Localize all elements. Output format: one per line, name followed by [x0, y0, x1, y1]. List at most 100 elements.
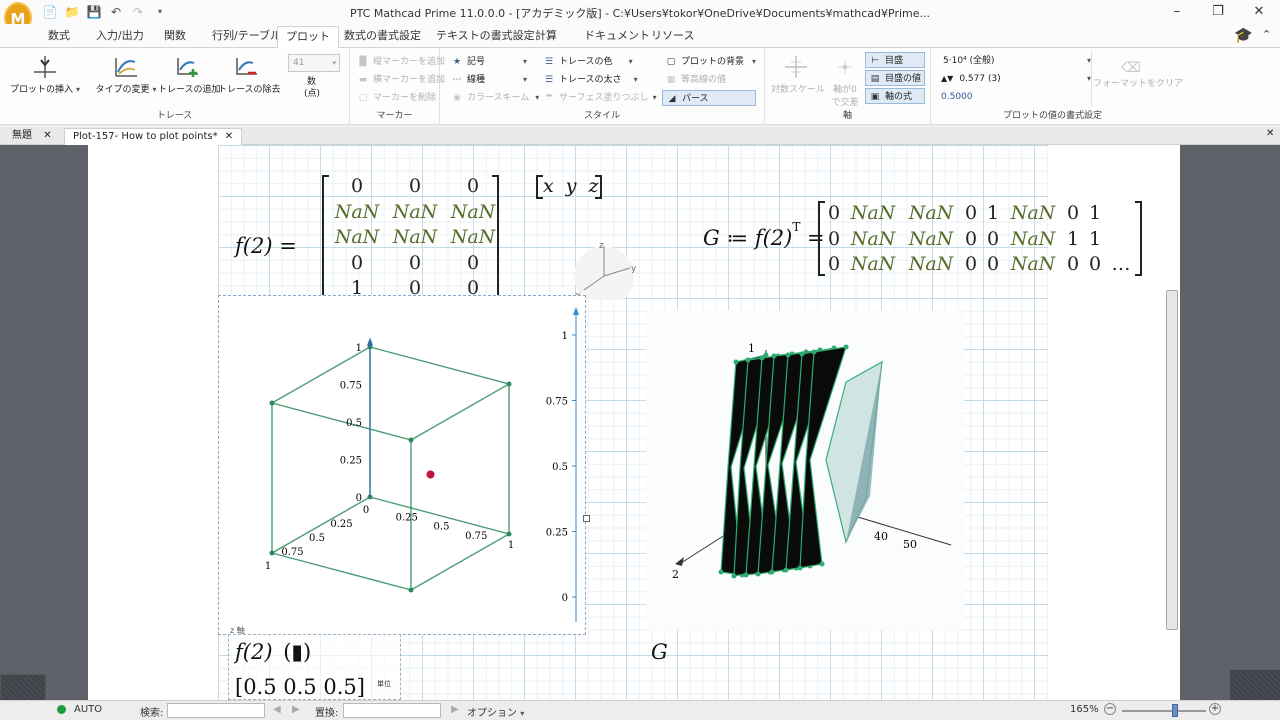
g-matrix-cell: 0 — [964, 227, 978, 250]
title-bar: M 📄 📁 💾 ↶ ↷ ▾ PTC Mathcad Prime 11.0.0.0… — [0, 0, 1280, 34]
close-tab-icon[interactable]: ✕ — [225, 131, 233, 142]
g-matrix-cell: NaN — [1010, 253, 1056, 275]
plot2-surface[interactable]: 40 50 2 1 — [646, 310, 964, 630]
ticks-toggle[interactable]: ⊢ 目盛 — [865, 52, 925, 68]
vertical-scrollbar[interactable] — [1166, 290, 1178, 630]
axes-group-label: 軸 — [842, 111, 852, 121]
zoom-in-icon[interactable]: + — [1209, 703, 1221, 715]
delete-marker-button[interactable]: ▢ マーカーを削除 — [356, 90, 436, 106]
replace-input[interactable] — [343, 703, 441, 718]
remove-trace-label: トレースの除去 — [218, 85, 281, 95]
orientation-gizmo[interactable]: z y x — [568, 240, 643, 300]
zoom-slider-thumb[interactable] — [1172, 704, 1178, 717]
plot1-y-tick-label: 0.25 — [396, 512, 418, 523]
search-input[interactable] — [167, 703, 265, 718]
contour-icon: ▦ — [666, 75, 676, 85]
line-style-dropdown[interactable]: ⋯ 線種 ▾ — [450, 72, 528, 88]
xyz-vector[interactable]: x y z — [543, 175, 599, 197]
plot1-vector[interactable]: [0.5 0.5 0.5] — [235, 675, 365, 699]
trace-weight-dropdown[interactable]: ☰ トレースの太さ ▾ — [542, 72, 638, 88]
graduation-cap-icon[interactable]: 🎓 — [1234, 26, 1253, 44]
options-dropdown[interactable]: オプション ▾ — [467, 704, 524, 719]
trace-color-dropdown[interactable]: ☰ トレースの色 ▾ — [542, 54, 633, 70]
insert-plot-label: プロットの挿入 — [10, 85, 74, 95]
g-matrix-cell: 0 — [1088, 253, 1102, 275]
minimize-icon[interactable]: – — [1167, 2, 1187, 22]
log-scale-label: 対数スケール — [771, 85, 826, 95]
precision-dropdown[interactable]: ▲▼ 0.577 (3) ▾ — [941, 71, 1091, 87]
add-trace-button[interactable]: トレースの追加 — [158, 54, 221, 95]
add-horizontal-marker-button[interactable]: ▬ 横マーカーを追加 — [356, 72, 445, 88]
number-format-dropdown[interactable]: 5·10⁴ (全般) ▾ — [943, 53, 1091, 69]
calc-mode[interactable]: AUTO — [74, 704, 102, 715]
add-vertical-marker-label: 縦マーカーを追加 — [373, 57, 446, 67]
plot1-expression[interactable]: f(2) (▮) — [235, 640, 311, 664]
g-result-matrix[interactable]: 0 NaN NaN 0 1 NaN 0 1 0 NaN NaN 0 0 NaN 1 1 0 NaN NaN 0 0 NaN… — [824, 202, 1136, 279]
tab-functions[interactable]: 関数 — [156, 28, 194, 48]
ticks-label: 目盛 — [885, 56, 904, 66]
doc-tab-plot-157[interactable]: Plot-157- How to plot points* ✕ — [64, 128, 243, 145]
axis-expression-label: 軸の式 — [885, 92, 913, 102]
ribbon-tabs: 数式 入力/出力 関数 行列/テーブル プロット 数式の書式設定 テキストの書式… — [0, 24, 1280, 49]
tab-input-output[interactable]: 入力/出力 — [88, 28, 152, 48]
color-scheme-dropdown[interactable]: ◉ カラースキーム ▾ — [450, 90, 539, 106]
f2-matrix-cell: 0 — [408, 251, 422, 274]
g-matrix-cell: 0 — [986, 253, 1000, 275]
plot1-box-vertex — [269, 400, 275, 406]
change-type-button[interactable]: タイプの変更 ▾ — [90, 54, 162, 95]
axes-group: 対数スケール 軸が0 で交差 ⊢ 目盛 ▤ 目盛の値 ▣ 軸の式 軸 — [765, 48, 931, 125]
tab-formula[interactable]: 数式 — [40, 28, 78, 48]
search-prev-icon[interactable]: ◀ — [273, 704, 281, 715]
close-document-icon[interactable]: ✕ — [1266, 128, 1274, 139]
plot2-surface-vertex — [819, 561, 825, 567]
points-count-label-2: (点) — [304, 89, 321, 99]
points-count-spinner[interactable]: 41 ▾ — [288, 54, 340, 72]
clear-format-label: フォーマットをクリア — [1093, 79, 1184, 89]
search-next-icon[interactable]: ▶ — [292, 704, 300, 715]
doc-tab-untitled[interactable]: 無題 ✕ — [4, 128, 60, 145]
plot1-placeholder[interactable]: (▮) — [283, 640, 311, 664]
insert-plot-button[interactable]: プロットの挿入 ▾ — [10, 54, 80, 95]
restore-icon[interactable]: ❐ — [1208, 2, 1228, 22]
add-vertical-marker-button[interactable]: █ 縦マーカーを追加 — [356, 54, 445, 70]
axis-expression-toggle[interactable]: ▣ 軸の式 — [865, 88, 925, 104]
f2-result-matrix[interactable]: 0 0 0 NaN NaN NaN NaN NaN NaN 0 0 0 1 0 0 — [328, 175, 502, 303]
contour-values-button[interactable]: ▦ 等高線の値 — [664, 72, 726, 88]
line-weight-icon: ☰ — [544, 75, 554, 85]
g-matrix-cell: NaN — [1010, 227, 1056, 250]
axis-expression-icon: ▣ — [870, 92, 880, 102]
trailing-zeros-value[interactable]: 0.5000 — [941, 89, 973, 105]
eraser-icon: ⌫ — [1121, 60, 1141, 76]
tab-text-format[interactable]: テキストの書式設定 — [428, 28, 543, 48]
zoom-out-icon[interactable]: − — [1104, 703, 1116, 715]
replace-go-icon[interactable]: ▶ — [451, 704, 459, 715]
xyz-x: x — [543, 175, 554, 197]
status-bar: AUTO 検索: ◀ ▶ 置換: ▶ オプション ▾ 165% − + — [0, 700, 1280, 720]
close-tab-icon[interactable]: ✕ — [43, 130, 51, 141]
tab-calculation[interactable]: 計算 — [527, 28, 565, 48]
g-matrix-cell: 1 — [986, 202, 1000, 224]
close-icon[interactable]: ✕ — [1249, 2, 1269, 22]
g-trace-label[interactable]: G — [651, 640, 668, 664]
perspective-toggle[interactable]: ◢ パース — [662, 90, 756, 106]
g-definition[interactable]: G ≔ f(2)T = — [703, 220, 825, 250]
symbol-label: 記号 — [467, 57, 486, 67]
plot-background-label: プロットの背景 — [681, 57, 745, 67]
surface-fill-dropdown[interactable]: ☂ サーフェス塗りつぶし ▾ — [542, 90, 657, 106]
clear-format-button[interactable]: ⌫ フォーマットをクリア — [1093, 60, 1183, 89]
zoom-slider-track[interactable] — [1122, 710, 1206, 712]
plot-background-dropdown[interactable]: ▢ プロットの背景 ▾ — [664, 54, 756, 70]
tab-math-format[interactable]: 数式の書式設定 — [336, 28, 429, 48]
log-scale-button[interactable]: 対数スケール — [771, 54, 825, 95]
axes-cross-zero-button[interactable]: 軸が0 で交差 — [827, 54, 863, 108]
tab-resources[interactable]: リソース — [643, 28, 702, 48]
tick-values-toggle[interactable]: ▤ 目盛の値 — [865, 70, 925, 86]
resize-handle[interactable] — [583, 515, 590, 522]
symbol-dropdown[interactable]: ★ 記号 ▾ — [450, 54, 527, 70]
collapse-ribbon-icon[interactable]: ⌃ — [1262, 28, 1271, 41]
ribbon: プロットの挿入 ▾ タイプの変更 ▾ トレースの追加 トレースの除去 41 ▾ … — [0, 48, 1280, 125]
delete-marker-icon: ▢ — [358, 93, 368, 103]
f2-eval-label[interactable]: f(2) = — [235, 234, 297, 258]
tab-plot[interactable]: プロット — [277, 26, 339, 49]
remove-trace-button[interactable]: トレースの除去 — [218, 54, 281, 95]
